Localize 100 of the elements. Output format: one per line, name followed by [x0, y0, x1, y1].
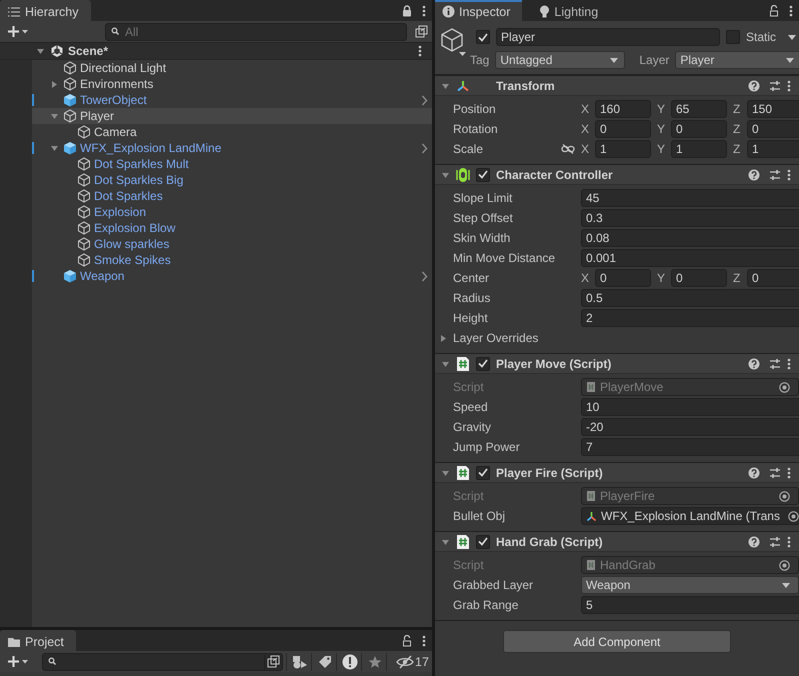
triangle-down-icon[interactable]	[50, 112, 58, 120]
number-field[interactable]: 1	[671, 140, 727, 158]
triangle-down-icon[interactable]	[441, 82, 450, 90]
object-picker-icon[interactable]	[788, 510, 799, 522]
unlocked-icon[interactable]	[769, 4, 779, 16]
component-header[interactable]: Transform	[435, 76, 799, 96]
tree-item[interactable]: TowerObject	[32, 92, 432, 108]
more-icon[interactable]	[422, 4, 426, 16]
number-field[interactable]: 0	[595, 269, 651, 287]
tree-item[interactable]: Directional Light	[32, 60, 432, 76]
tree-item[interactable]: Player	[32, 108, 432, 124]
triangle-down-icon[interactable]	[441, 468, 450, 476]
panel-tab[interactable]: Inspector	[435, 0, 522, 21]
presets-icon[interactable]	[769, 536, 781, 548]
unlocked-icon[interactable]	[402, 634, 412, 646]
more-icon[interactable]	[787, 536, 791, 548]
number-field[interactable]: 1	[747, 140, 799, 158]
tag-dropdown[interactable]: Untagged	[495, 51, 626, 69]
tree-item[interactable]: Camera	[32, 124, 432, 140]
presets-icon[interactable]	[769, 358, 781, 370]
more-icon[interactable]	[787, 168, 791, 180]
panel-tab[interactable]: Hierarchy	[0, 0, 90, 21]
number-field[interactable]: 0.08	[581, 229, 799, 247]
enabled-checkbox[interactable]	[476, 534, 490, 548]
help-icon[interactable]	[748, 536, 760, 548]
presets-icon[interactable]	[769, 168, 781, 180]
triangle-down-icon[interactable]	[441, 538, 450, 546]
triangle-right-icon[interactable]	[50, 80, 58, 88]
hidden-packages-button[interactable]: 17	[386, 652, 432, 670]
component-header[interactable]: Player Fire (Script)	[435, 463, 799, 483]
number-field[interactable]: 0.3	[581, 209, 799, 227]
triangle-down-icon[interactable]	[36, 47, 44, 55]
enabled-checkbox[interactable]	[476, 356, 490, 370]
active-checkbox[interactable]	[476, 30, 490, 44]
log-filter-button[interactable]	[336, 652, 358, 670]
number-field[interactable]: 0	[747, 269, 799, 287]
popout-button[interactable]	[264, 654, 282, 670]
favorite-button[interactable]	[361, 652, 383, 670]
layer-dropdown[interactable]: Player	[675, 51, 799, 69]
number-field[interactable]: 150	[747, 100, 799, 118]
panel-tab[interactable]: Project	[0, 630, 76, 651]
number-field[interactable]: 0	[671, 120, 727, 138]
component-header[interactable]: Player Move (Script)	[435, 354, 799, 374]
more-icon[interactable]	[422, 634, 426, 646]
popout-button[interactable]	[413, 22, 430, 40]
tree-item[interactable]: Dot Sparkles	[32, 188, 432, 204]
number-field[interactable]: 1	[595, 140, 651, 158]
number-field[interactable]: 0.5	[581, 289, 799, 307]
number-field[interactable]: 160	[595, 100, 651, 118]
more-icon[interactable]	[418, 45, 422, 57]
object-field[interactable]: WFX_Explosion LandMine (Trans	[581, 507, 799, 525]
number-field[interactable]: 2	[581, 309, 799, 327]
triangle-down-icon[interactable]	[441, 360, 450, 368]
number-field[interactable]: 5	[581, 596, 799, 614]
number-field[interactable]: 65	[671, 100, 727, 118]
presets-icon[interactable]	[769, 80, 781, 92]
layer-dropdown[interactable]: Weapon	[581, 576, 799, 594]
number-field[interactable]: 0	[595, 120, 651, 138]
help-icon[interactable]	[748, 358, 760, 370]
static-checkbox[interactable]	[726, 30, 740, 44]
chevron-right-icon[interactable]	[421, 270, 428, 282]
number-field[interactable]: 10	[581, 398, 799, 416]
tree-item[interactable]: Dot Sparkles Big	[32, 172, 432, 188]
foldout-toggle[interactable]: Layer Overrides	[439, 331, 538, 345]
lock-icon[interactable]	[402, 4, 412, 16]
tree-item[interactable]: Dot Sparkles Mult	[32, 156, 432, 172]
tree-item[interactable]: Explosion	[32, 204, 432, 220]
tree-item[interactable]: Explosion Blow	[32, 220, 432, 236]
triangle-right-icon[interactable]	[439, 334, 447, 342]
help-icon[interactable]	[748, 466, 760, 478]
number-field[interactable]: 7	[581, 438, 799, 456]
unlink-icon[interactable]	[561, 144, 575, 154]
presets-icon[interactable]	[769, 466, 781, 478]
chevron-right-icon[interactable]	[421, 142, 428, 154]
number-field[interactable]: 0.001	[581, 249, 799, 267]
more-icon[interactable]	[787, 80, 791, 92]
component-header[interactable]: Hand Grab (Script)	[435, 532, 799, 552]
tree-item[interactable]: Glow sparkles	[32, 236, 432, 252]
static-dropdown[interactable]	[788, 34, 796, 40]
number-field[interactable]: 0	[747, 120, 799, 138]
tree-item[interactable]: Environments	[32, 76, 432, 92]
more-icon[interactable]	[789, 4, 793, 16]
help-icon[interactable]	[748, 80, 760, 92]
help-icon[interactable]	[748, 168, 760, 180]
more-icon[interactable]	[787, 358, 791, 370]
tree-item[interactable]: Weapon	[32, 268, 432, 284]
triangle-down-icon[interactable]	[50, 144, 58, 152]
number-field[interactable]: 45	[581, 189, 799, 207]
search-field[interactable]	[42, 652, 283, 670]
type-filter-button[interactable]	[286, 652, 308, 670]
component-header[interactable]: Character Controller	[435, 165, 799, 185]
enabled-checkbox[interactable]	[476, 466, 490, 480]
number-field[interactable]: -20	[581, 418, 799, 436]
chevron-right-icon[interactable]	[421, 94, 428, 106]
triangle-down-icon[interactable]	[441, 170, 450, 178]
label-filter-button[interactable]	[311, 652, 333, 670]
tree-item[interactable]: Smoke Spikes	[32, 252, 432, 268]
name-field[interactable]: Player	[496, 28, 720, 46]
number-field[interactable]: 0	[671, 269, 727, 287]
add-component-button[interactable]: Add Component	[503, 630, 731, 653]
